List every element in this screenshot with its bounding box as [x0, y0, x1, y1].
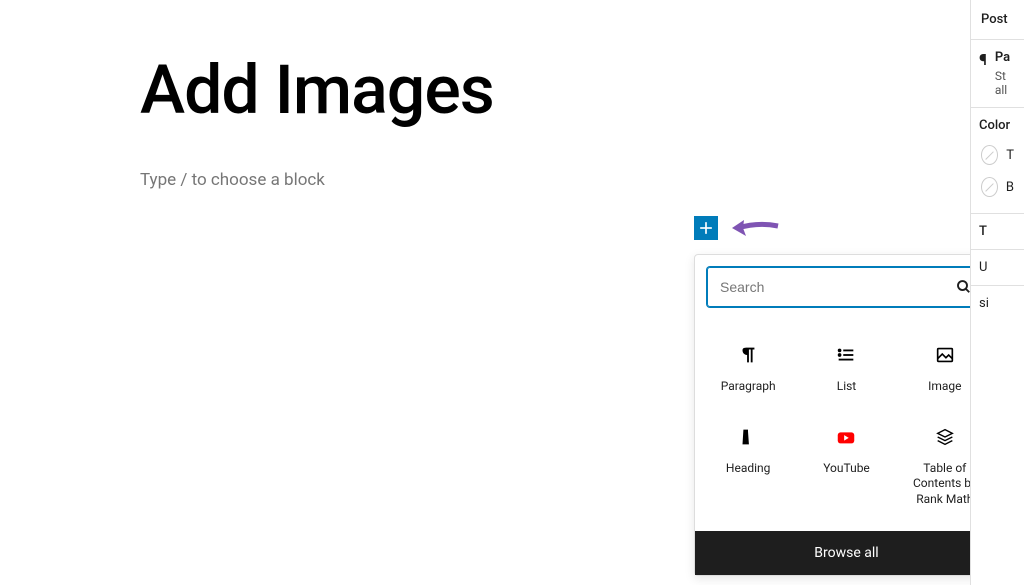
arrow-annotation-1	[728, 214, 784, 248]
toc-icon	[934, 423, 956, 451]
sidebar-misc-section-2: si	[971, 285, 1024, 321]
image-icon	[934, 341, 956, 369]
sidebar-block-desc: St all	[995, 69, 1010, 97]
sidebar-misc-section: U	[971, 249, 1024, 285]
youtube-icon	[835, 423, 857, 451]
search-box[interactable]	[707, 267, 986, 307]
block-placeholder[interactable]: Type / to choose a block	[140, 170, 830, 190]
plus-icon	[696, 218, 716, 238]
block-paragraph[interactable]: Paragraph	[699, 329, 797, 411]
block-inserter-popover: Paragraph List Image	[694, 254, 999, 576]
sidebar: Post ¶ Pa St all Color T B T U	[970, 0, 1024, 585]
color-swatch-empty	[981, 177, 998, 197]
sidebar-tab-post[interactable]: Post	[971, 0, 1024, 39]
list-icon	[835, 341, 857, 369]
color-heading: Color	[979, 118, 1016, 133]
block-label: Heading	[726, 461, 771, 477]
pilcrow-icon: ¶	[979, 50, 987, 69]
page-title[interactable]: Add Images	[140, 50, 830, 130]
heading-icon	[737, 423, 759, 451]
block-label: List	[837, 379, 857, 395]
browse-all-button[interactable]: Browse all	[695, 531, 998, 575]
sidebar-color-section: Color T B	[971, 107, 1024, 213]
paragraph-icon	[737, 341, 759, 369]
search-input[interactable]	[720, 279, 955, 295]
block-heading[interactable]: Heading	[699, 411, 797, 524]
color-bg-item[interactable]: B	[979, 171, 1016, 203]
block-label: Paragraph	[721, 379, 776, 395]
blocks-grid: Paragraph List Image	[695, 319, 998, 531]
color-swatch-empty	[981, 145, 998, 165]
block-label: YouTube	[823, 461, 870, 477]
block-label: Image	[928, 379, 961, 395]
sidebar-block-name: Pa	[995, 50, 1010, 65]
sidebar-typography-section: T	[971, 213, 1024, 249]
color-text-item[interactable]: T	[979, 139, 1016, 171]
add-block-button[interactable]	[694, 216, 718, 240]
block-youtube[interactable]: YouTube	[797, 411, 895, 524]
sidebar-block-section: ¶ Pa St all	[971, 39, 1024, 107]
block-list[interactable]: List	[797, 329, 895, 411]
